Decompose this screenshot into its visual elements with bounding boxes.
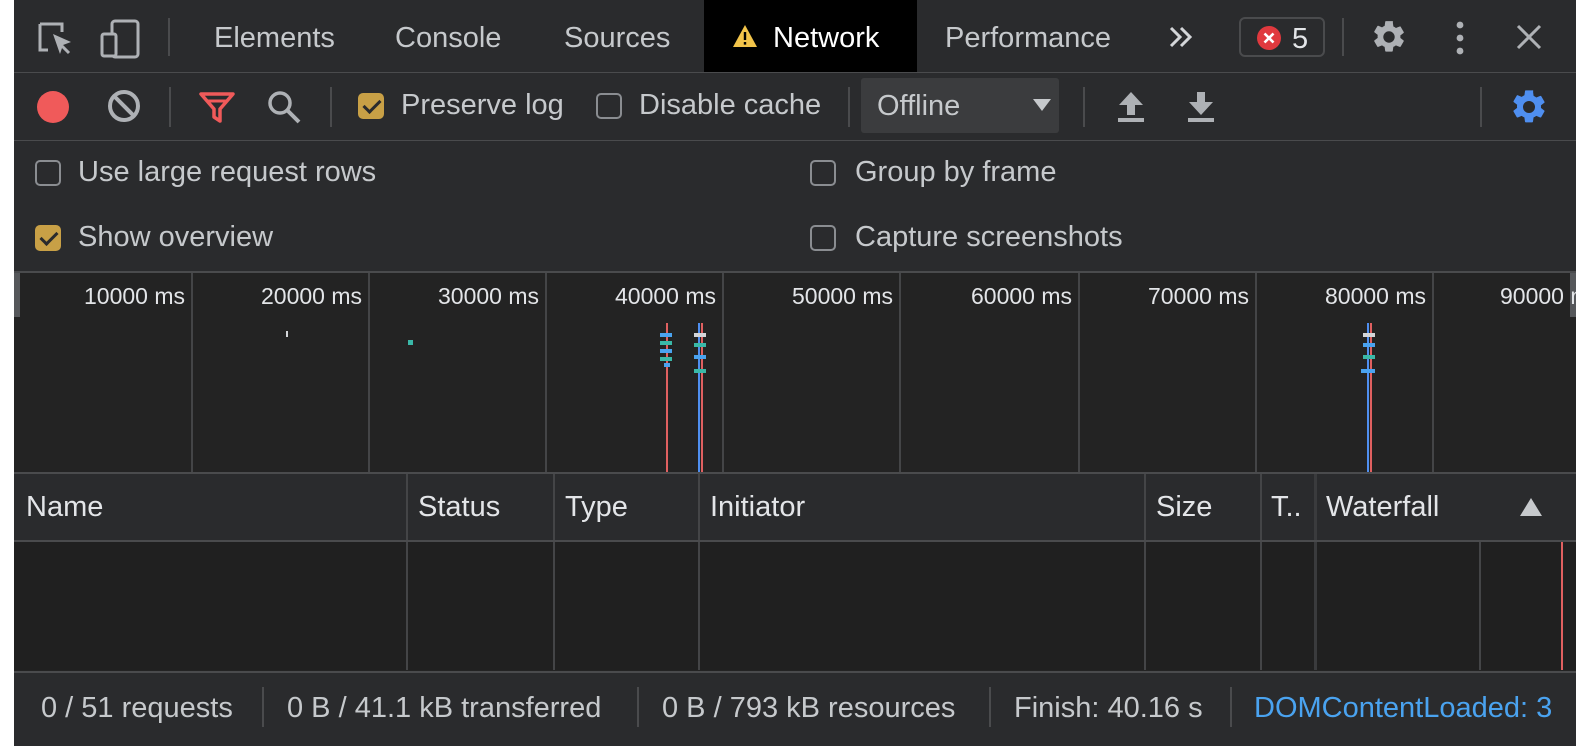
requests-count: 0 / 51 requests bbox=[41, 692, 233, 724]
overview-tick-label: 30000 ms bbox=[437, 283, 539, 309]
overview-request-mark bbox=[1361, 369, 1375, 373]
record-icon[interactable] bbox=[34, 88, 72, 126]
load-event-line bbox=[666, 323, 668, 472]
group-by-frame-label[interactable]: Group by frame bbox=[855, 156, 1056, 189]
device-toolbar-icon[interactable] bbox=[100, 18, 142, 60]
tab-network-label: Network bbox=[773, 22, 880, 54]
network-toolbar: Preserve log Disable cache Offline bbox=[14, 73, 1576, 141]
waterfall-load-line bbox=[1561, 542, 1563, 670]
overview-request-mark bbox=[694, 369, 706, 373]
column-header-initiator[interactable]: Initiator bbox=[710, 474, 805, 540]
inspect-element-icon[interactable] bbox=[36, 20, 76, 60]
warning-icon bbox=[733, 25, 757, 47]
overview-request-mark bbox=[664, 363, 670, 367]
column-header-type[interactable]: Type bbox=[565, 474, 628, 540]
overview-request-mark bbox=[1363, 333, 1375, 337]
tab-elements[interactable]: Elements bbox=[214, 0, 335, 72]
overview-tick-label: 70000 ms bbox=[1147, 283, 1249, 309]
preserve-log-checkbox[interactable] bbox=[358, 93, 384, 119]
show-overview-label[interactable]: Show overview bbox=[78, 221, 273, 254]
request-table-body[interactable] bbox=[14, 542, 1576, 670]
network-settings-pane: Use large request rows Show overview Gro… bbox=[14, 141, 1576, 273]
disable-cache-label[interactable]: Disable cache bbox=[639, 89, 821, 122]
resources-size: 0 B / 793 kB resources bbox=[662, 692, 956, 724]
overview-tick-label: 10000 ms bbox=[83, 283, 185, 309]
overview-request-mark bbox=[286, 331, 288, 337]
overview-request-mark bbox=[1363, 355, 1375, 359]
throttling-value: Offline bbox=[877, 90, 961, 122]
network-settings-icon[interactable] bbox=[1509, 87, 1549, 127]
overview-request-mark bbox=[660, 333, 672, 337]
column-header-status[interactable]: Status bbox=[418, 474, 500, 540]
overview-request-mark bbox=[694, 333, 706, 337]
error-icon bbox=[1257, 26, 1281, 50]
group-by-frame-checkbox[interactable] bbox=[810, 160, 836, 186]
column-header-size[interactable]: Size bbox=[1156, 474, 1212, 540]
preserve-log-label[interactable]: Preserve log bbox=[401, 89, 564, 122]
large-rows-label[interactable]: Use large request rows bbox=[78, 156, 376, 189]
tab-performance[interactable]: Performance bbox=[945, 0, 1111, 72]
overview-tick-label: 40000 ms bbox=[614, 283, 716, 309]
overview-request-mark bbox=[408, 340, 413, 345]
more-options-icon[interactable] bbox=[1450, 20, 1470, 56]
finish-time: Finish: 40.16 s bbox=[1014, 692, 1203, 724]
more-tabs-icon[interactable] bbox=[1168, 24, 1194, 50]
column-header-name[interactable]: Name bbox=[26, 474, 103, 540]
network-overview[interactable]: 10000 ms 20000 ms 30000 ms 40000 ms 5000… bbox=[14, 273, 1576, 474]
transferred-size: 0 B / 41.1 kB transferred bbox=[287, 692, 602, 724]
column-header-waterfall[interactable]: Waterfall bbox=[1326, 474, 1439, 540]
throttling-select[interactable]: Offline bbox=[861, 78, 1059, 133]
filter-icon[interactable] bbox=[198, 89, 236, 125]
error-count: 5 bbox=[1292, 23, 1309, 55]
tab-bar: Elements Console Sources Network Perform… bbox=[14, 0, 1576, 73]
overview-request-mark bbox=[660, 341, 672, 345]
close-icon[interactable] bbox=[1515, 23, 1543, 51]
capture-screenshots-checkbox[interactable] bbox=[810, 225, 836, 251]
request-table-header: Name Status Type Initiator Size T.. Wate… bbox=[14, 474, 1576, 542]
tab-console[interactable]: Console bbox=[395, 0, 501, 72]
export-har-icon[interactable] bbox=[1185, 89, 1217, 125]
overview-tick-label: 60000 ms bbox=[970, 283, 1072, 309]
dom-content-loaded-time: DOMContentLoaded: 3 bbox=[1254, 692, 1553, 724]
overview-request-mark bbox=[660, 357, 672, 361]
overview-tick-label: 90000 ms bbox=[1500, 283, 1576, 309]
import-har-icon[interactable] bbox=[1115, 89, 1147, 125]
column-header-time[interactable]: T.. bbox=[1271, 474, 1302, 540]
overview-request-mark bbox=[1363, 343, 1375, 347]
capture-screenshots-label[interactable]: Capture screenshots bbox=[855, 221, 1123, 254]
chevron-down-icon bbox=[1033, 99, 1051, 111]
search-icon[interactable] bbox=[266, 89, 302, 125]
overview-request-mark bbox=[660, 349, 672, 353]
clear-icon[interactable] bbox=[106, 88, 142, 124]
large-rows-checkbox[interactable] bbox=[35, 160, 61, 186]
overview-request-mark bbox=[694, 355, 706, 359]
error-badge[interactable]: 5 bbox=[1239, 17, 1325, 57]
overview-tick-label: 80000 ms bbox=[1324, 283, 1426, 309]
disable-cache-checkbox[interactable] bbox=[596, 93, 622, 119]
network-summary-bar: 0 / 51 requests 0 B / 41.1 kB transferre… bbox=[14, 671, 1576, 746]
show-overview-checkbox[interactable] bbox=[35, 225, 61, 251]
overview-left-handle[interactable] bbox=[14, 273, 20, 317]
settings-gear-icon[interactable] bbox=[1370, 18, 1408, 56]
overview-request-mark bbox=[694, 343, 706, 347]
devtools-window: Elements Console Sources Network Perform… bbox=[14, 0, 1576, 746]
tab-network[interactable]: Network bbox=[704, 0, 917, 72]
sort-ascending-icon[interactable] bbox=[1520, 498, 1542, 516]
overview-tick-label: 20000 ms bbox=[260, 283, 362, 309]
overview-tick-label: 50000 ms bbox=[791, 283, 893, 309]
tab-sources[interactable]: Sources bbox=[564, 0, 670, 72]
